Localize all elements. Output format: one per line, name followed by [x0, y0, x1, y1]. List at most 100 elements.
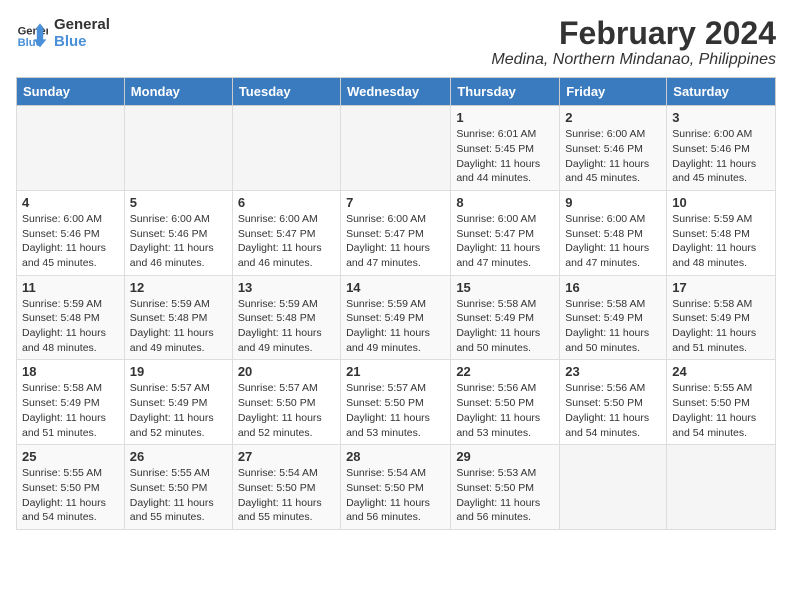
day-number: 6: [238, 195, 335, 210]
calendar-week-row: 1Sunrise: 6:01 AM Sunset: 5:45 PM Daylig…: [17, 106, 776, 191]
day-number: 21: [346, 364, 445, 379]
calendar-week-row: 18 Sunrise: 5:58 AM Sunset: 5:49 PM Dayli…: [17, 360, 776, 445]
calendar-body: 1Sunrise: 6:01 AM Sunset: 5:45 PM Daylig…: [17, 106, 776, 530]
day-number: 5: [130, 195, 227, 210]
calendar-cell: 20Sunrise: 5:57 AM Sunset: 5:50 PM Dayli…: [232, 360, 340, 445]
calendar-cell: 19 Sunrise: 5:57 AM Sunset: 5:49 PM Dayli…: [124, 360, 232, 445]
day-number: 1: [456, 110, 554, 125]
column-header-saturday: Saturday: [667, 78, 776, 106]
calendar-week-row: 11 Sunrise: 5:59 AM Sunset: 5:48 PM Dayli…: [17, 275, 776, 360]
calendar-cell: 16Sunrise: 5:58 AM Sunset: 5:49 PM Dayli…: [560, 275, 667, 360]
day-number: 16: [565, 280, 661, 295]
day-number: 9: [565, 195, 661, 210]
day-info: Sunrise: 6:00 AM Sunset: 5:47 PM Dayligh…: [346, 212, 445, 271]
day-info: Sunrise: 6:00 AM Sunset: 5:46 PM Dayligh…: [130, 212, 227, 271]
day-info: Sunrise: 5:54 AM Sunset: 5:50 PM Dayligh…: [346, 466, 445, 525]
day-info: Sunrise: 6:00 AM Sunset: 5:47 PM Dayligh…: [456, 212, 554, 271]
day-info: Sunrise: 6:00 AM Sunset: 5:46 PM Dayligh…: [565, 127, 661, 186]
column-header-monday: Monday: [124, 78, 232, 106]
day-number: 11: [22, 280, 119, 295]
day-info: Sunrise: 5:55 AM Sunset: 5:50 PM Dayligh…: [22, 466, 119, 525]
header: General Blue General Blue February 2024 …: [16, 16, 776, 69]
day-number: 23: [565, 364, 661, 379]
day-number: 22: [456, 364, 554, 379]
calendar-cell: [560, 445, 667, 530]
calendar-cell: 22 Sunrise: 5:56 AM Sunset: 5:50 PM Dayli…: [451, 360, 560, 445]
calendar-cell: [341, 106, 451, 191]
calendar-cell: 13 Sunrise: 5:59 AM Sunset: 5:48 PM Dayli…: [232, 275, 340, 360]
calendar-cell: 23 Sunrise: 5:56 AM Sunset: 5:50 PM Dayli…: [560, 360, 667, 445]
day-info: Sunrise: 5:57 AM Sunset: 5:50 PM Dayligh…: [238, 381, 335, 440]
logo-icon: General Blue: [16, 17, 48, 49]
day-number: 8: [456, 195, 554, 210]
calendar-cell: [17, 106, 125, 191]
calendar-cell: 26Sunrise: 5:55 AM Sunset: 5:50 PM Dayli…: [124, 445, 232, 530]
calendar-cell: 5 Sunrise: 6:00 AM Sunset: 5:46 PM Daylig…: [124, 190, 232, 275]
calendar-cell: 12 Sunrise: 5:59 AM Sunset: 5:48 PM Dayli…: [124, 275, 232, 360]
title-area: February 2024 Medina, Northern Mindanao,…: [491, 16, 776, 69]
day-info: Sunrise: 5:58 AM Sunset: 5:49 PM Dayligh…: [672, 297, 770, 356]
day-info: Sunrise: 5:59 AM Sunset: 5:49 PM Dayligh…: [346, 297, 445, 356]
calendar-cell: [667, 445, 776, 530]
day-info: Sunrise: 5:56 AM Sunset: 5:50 PM Dayligh…: [565, 381, 661, 440]
day-number: 25: [22, 449, 119, 464]
calendar-cell: 24Sunrise: 5:55 AM Sunset: 5:50 PM Dayli…: [667, 360, 776, 445]
column-header-wednesday: Wednesday: [341, 78, 451, 106]
page-title: February 2024: [491, 16, 776, 51]
column-header-sunday: Sunday: [17, 78, 125, 106]
day-info: Sunrise: 5:56 AM Sunset: 5:50 PM Dayligh…: [456, 381, 554, 440]
day-number: 17: [672, 280, 770, 295]
day-info: Sunrise: 5:58 AM Sunset: 5:49 PM Dayligh…: [456, 297, 554, 356]
calendar-cell: 7Sunrise: 6:00 AM Sunset: 5:47 PM Daylig…: [341, 190, 451, 275]
calendar-cell: 21Sunrise: 5:57 AM Sunset: 5:50 PM Dayli…: [341, 360, 451, 445]
svg-text:General: General: [18, 26, 48, 38]
calendar-week-row: 4 Sunrise: 6:00 AM Sunset: 5:46 PM Daylig…: [17, 190, 776, 275]
column-header-tuesday: Tuesday: [232, 78, 340, 106]
calendar-cell: 3Sunrise: 6:00 AM Sunset: 5:46 PM Daylig…: [667, 106, 776, 191]
day-info: Sunrise: 5:54 AM Sunset: 5:50 PM Dayligh…: [238, 466, 335, 525]
calendar-cell: 15 Sunrise: 5:58 AM Sunset: 5:49 PM Dayli…: [451, 275, 560, 360]
column-header-thursday: Thursday: [451, 78, 560, 106]
calendar-table: SundayMondayTuesdayWednesdayThursdayFrid…: [16, 77, 776, 530]
calendar-cell: 6 Sunrise: 6:00 AM Sunset: 5:47 PM Daylig…: [232, 190, 340, 275]
day-info: Sunrise: 5:53 AM Sunset: 5:50 PM Dayligh…: [456, 466, 554, 525]
calendar-header-row: SundayMondayTuesdayWednesdayThursdayFrid…: [17, 78, 776, 106]
day-info: Sunrise: 5:59 AM Sunset: 5:48 PM Dayligh…: [672, 212, 770, 271]
page-subtitle: Medina, Northern Mindanao, Philippines: [491, 51, 776, 69]
day-number: 29: [456, 449, 554, 464]
calendar-cell: 28 Sunrise: 5:54 AM Sunset: 5:50 PM Dayli…: [341, 445, 451, 530]
day-number: 2: [565, 110, 661, 125]
day-number: 14: [346, 280, 445, 295]
calendar-cell: 1Sunrise: 6:01 AM Sunset: 5:45 PM Daylig…: [451, 106, 560, 191]
day-info: Sunrise: 6:00 AM Sunset: 5:46 PM Dayligh…: [672, 127, 770, 186]
logo: General Blue General Blue: [16, 16, 110, 50]
day-info: Sunrise: 6:00 AM Sunset: 5:46 PM Dayligh…: [22, 212, 119, 271]
day-info: Sunrise: 5:58 AM Sunset: 5:49 PM Dayligh…: [22, 381, 119, 440]
day-number: 13: [238, 280, 335, 295]
day-number: 15: [456, 280, 554, 295]
day-number: 12: [130, 280, 227, 295]
calendar-cell: 18 Sunrise: 5:58 AM Sunset: 5:49 PM Dayli…: [17, 360, 125, 445]
day-number: 18: [22, 364, 119, 379]
day-info: Sunrise: 5:57 AM Sunset: 5:49 PM Dayligh…: [130, 381, 227, 440]
calendar-cell: [124, 106, 232, 191]
day-number: 10: [672, 195, 770, 210]
calendar-cell: 27 Sunrise: 5:54 AM Sunset: 5:50 PM Dayli…: [232, 445, 340, 530]
calendar-cell: 10 Sunrise: 5:59 AM Sunset: 5:48 PM Dayli…: [667, 190, 776, 275]
calendar-cell: 8 Sunrise: 6:00 AM Sunset: 5:47 PM Daylig…: [451, 190, 560, 275]
day-info: Sunrise: 5:59 AM Sunset: 5:48 PM Dayligh…: [238, 297, 335, 356]
calendar-week-row: 25 Sunrise: 5:55 AM Sunset: 5:50 PM Dayli…: [17, 445, 776, 530]
day-number: 27: [238, 449, 335, 464]
calendar-cell: [232, 106, 340, 191]
calendar-cell: 29 Sunrise: 5:53 AM Sunset: 5:50 PM Dayli…: [451, 445, 560, 530]
calendar-cell: 25 Sunrise: 5:55 AM Sunset: 5:50 PM Dayli…: [17, 445, 125, 530]
day-info: Sunrise: 6:00 AM Sunset: 5:47 PM Dayligh…: [238, 212, 335, 271]
day-number: 4: [22, 195, 119, 210]
calendar-cell: 9 Sunrise: 6:00 AM Sunset: 5:48 PM Daylig…: [560, 190, 667, 275]
day-number: 28: [346, 449, 445, 464]
day-info: Sunrise: 5:59 AM Sunset: 5:48 PM Dayligh…: [130, 297, 227, 356]
calendar-cell: 14 Sunrise: 5:59 AM Sunset: 5:49 PM Dayli…: [341, 275, 451, 360]
logo-line2: Blue: [54, 33, 110, 50]
day-info: Sunrise: 6:00 AM Sunset: 5:48 PM Dayligh…: [565, 212, 661, 271]
day-number: 19: [130, 364, 227, 379]
